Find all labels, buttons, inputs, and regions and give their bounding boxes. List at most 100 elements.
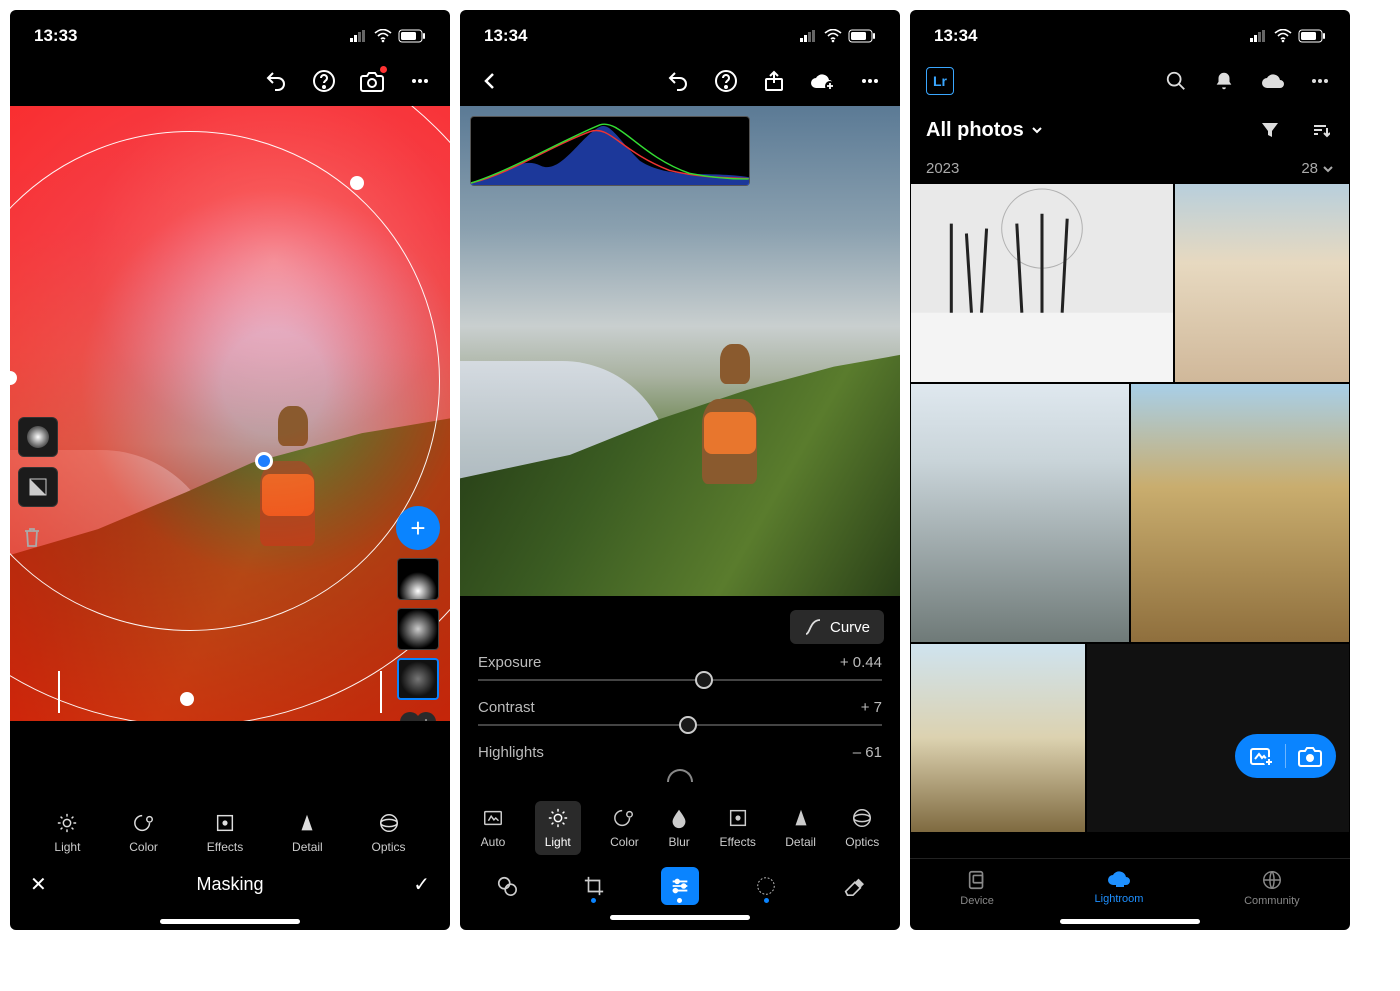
battery-icon [1298, 29, 1326, 43]
year-row[interactable]: 2023 28 [910, 154, 1350, 183]
grid-thumb[interactable] [910, 183, 1174, 383]
tool-light[interactable]: Light [535, 801, 581, 855]
status-icons [1250, 29, 1326, 43]
status-icons [350, 29, 426, 43]
mode-erase[interactable] [834, 867, 872, 905]
home-indicator[interactable] [160, 919, 300, 924]
camera-icon[interactable] [358, 67, 386, 95]
slider-label: Contrast [478, 699, 535, 716]
histogram[interactable] [470, 116, 750, 186]
slider-contrast[interactable]: Contrast+ 7 [478, 699, 882, 726]
tool-optics[interactable]: Optics [372, 812, 406, 854]
crop-edge[interactable] [58, 671, 60, 713]
signal-icon [1250, 30, 1268, 42]
chevron-down-icon [1030, 123, 1044, 137]
help-icon[interactable] [712, 67, 740, 95]
tool-label: Color [129, 840, 158, 854]
nav-device[interactable]: Device [960, 869, 994, 907]
app-badge[interactable]: Lr [926, 67, 954, 95]
bell-icon[interactable] [1210, 67, 1238, 95]
cloud-add-icon[interactable] [808, 67, 836, 95]
curve-button[interactable]: Curve [790, 610, 884, 644]
handle-dot[interactable] [180, 692, 194, 706]
cloud-icon[interactable] [1258, 67, 1286, 95]
mode-healing[interactable] [488, 867, 526, 905]
filter-icon[interactable] [1256, 116, 1284, 144]
wifi-icon [374, 29, 392, 43]
mask-tool-radial[interactable] [18, 417, 58, 457]
nav-community[interactable]: Community [1244, 869, 1300, 907]
cancel-button[interactable]: ✕ [30, 872, 47, 897]
tool-light[interactable]: Light [54, 812, 80, 854]
more-icon[interactable] [1306, 67, 1334, 95]
grid-thumb[interactable] [910, 383, 1130, 643]
expand-handle[interactable] [478, 769, 882, 795]
zoom-controls[interactable]: − + [400, 712, 436, 721]
tool-color[interactable]: Color [610, 807, 639, 849]
back-icon[interactable] [476, 67, 504, 95]
mode-title-bar: ✕ Masking ✓ [10, 858, 450, 911]
home-indicator[interactable] [1060, 919, 1200, 924]
home-indicator[interactable] [610, 915, 750, 920]
nav-lightroom[interactable]: Lightroom [1095, 869, 1144, 907]
add-mask-button[interactable]: + [396, 506, 440, 550]
adjust-tool-row: Light Color Effects Detail Optics [10, 800, 450, 858]
status-bar: 13:34 [910, 10, 1350, 56]
signal-icon [350, 30, 368, 42]
slider-thumb[interactable] [679, 716, 697, 734]
undo-icon[interactable] [664, 67, 692, 95]
add-photo-icon [1249, 745, 1273, 767]
tool-detail[interactable]: Detail [292, 812, 323, 854]
mode-mask[interactable] [747, 867, 785, 905]
share-icon[interactable] [760, 67, 788, 95]
tool-label: Auto [481, 835, 506, 849]
tool-color[interactable]: Color [129, 812, 158, 854]
undo-icon[interactable] [262, 67, 290, 95]
adjust-tool-row: Auto Light Color Blur Effects Detail Opt… [460, 795, 900, 857]
grid-thumb[interactable] [1130, 383, 1350, 643]
confirm-button[interactable]: ✓ [413, 872, 430, 897]
handle-dot[interactable] [350, 176, 364, 190]
status-time: 13:34 [934, 26, 977, 46]
mask-thumb-selected[interactable] [397, 658, 439, 700]
mask-tool-invert[interactable] [18, 467, 58, 507]
year-count: 28 [1301, 160, 1318, 177]
crop-edge[interactable] [380, 671, 382, 713]
album-title-dropdown[interactable]: All photos [926, 119, 1044, 142]
mask-thumb[interactable] [397, 608, 439, 650]
tool-effects[interactable]: Effects [207, 812, 243, 854]
tool-blur[interactable]: Blur [668, 807, 690, 849]
sort-icon[interactable] [1306, 116, 1334, 144]
mode-adjust[interactable] [661, 867, 699, 905]
tool-label: Blur [668, 835, 689, 849]
tool-label: Light [545, 835, 571, 849]
trash-icon[interactable] [18, 523, 46, 551]
more-icon[interactable] [856, 67, 884, 95]
grid-thumb[interactable] [910, 643, 1086, 833]
tool-effects[interactable]: Effects [719, 807, 755, 849]
help-icon[interactable] [310, 67, 338, 95]
battery-icon [848, 29, 876, 43]
tool-detail[interactable]: Detail [785, 807, 816, 849]
mask-thumb[interactable] [397, 558, 439, 600]
photo-canvas[interactable]: + − + [10, 106, 450, 721]
tool-optics[interactable]: Optics [845, 807, 879, 849]
tool-label: Detail [785, 835, 816, 849]
search-icon[interactable] [1162, 67, 1190, 95]
signal-icon [800, 30, 818, 42]
mode-crop[interactable] [575, 867, 613, 905]
album-header: All photos [910, 106, 1350, 154]
subject-dog [682, 344, 772, 484]
zoom-in-icon[interactable]: + [416, 712, 436, 721]
chevron-down-icon [1322, 163, 1334, 175]
mask-center-handle[interactable] [255, 452, 273, 470]
screen-masking: 13:33 [10, 10, 450, 930]
camera-fab[interactable] [1235, 734, 1336, 778]
grid-thumb[interactable] [1174, 183, 1350, 383]
slider-thumb[interactable] [695, 671, 713, 689]
photo-canvas[interactable] [460, 106, 900, 596]
slider-exposure[interactable]: Exposure+ 0.44 [478, 654, 882, 681]
more-icon[interactable] [406, 67, 434, 95]
tool-auto[interactable]: Auto [481, 807, 506, 849]
slider-highlights[interactable]: Highlights– 61 [478, 744, 882, 761]
